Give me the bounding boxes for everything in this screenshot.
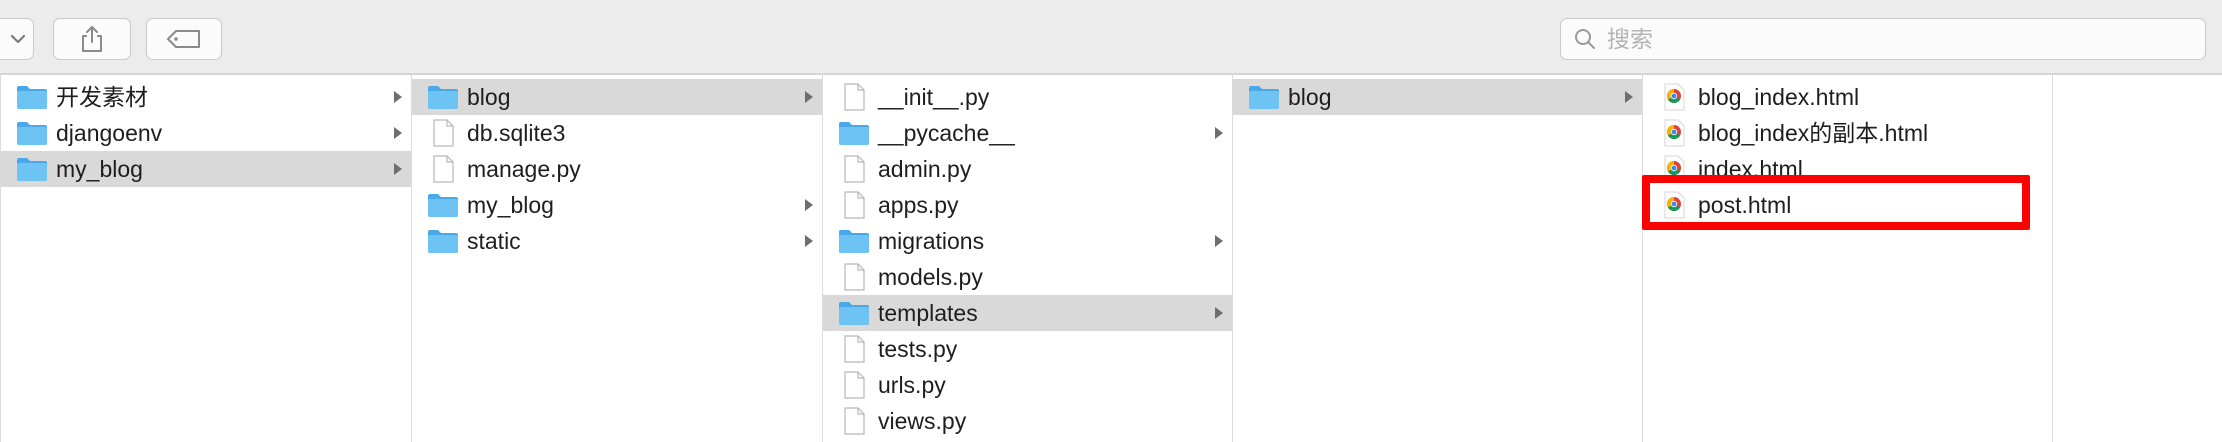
folder-row-migrations[interactable]: migrations [823,223,1232,259]
document-icon [433,155,454,183]
folder-row-templates[interactable]: templates [823,295,1232,331]
item-label: static [467,228,521,254]
folder-row-blog[interactable]: blog [412,79,822,115]
item-label: blog [467,84,511,110]
document-icon [844,155,865,183]
file-row-tests-py[interactable]: tests.py [823,331,1232,367]
folder-icon [428,194,458,217]
item-label: __pycache__ [878,120,1015,146]
disclosure-arrow-icon [1215,307,1223,319]
item-label: apps.py [878,192,959,218]
disclosure-arrow-icon [394,91,402,103]
disclosure-arrow-icon [394,163,402,175]
folder-icon [839,230,869,253]
column-1: 开发素材 djangoenv my_blog [0,75,412,442]
chevron-down-icon [10,34,26,44]
disclosure-arrow-icon [805,199,813,211]
folder-icon [428,86,458,109]
folder-row-item[interactable]: 开发素材 [1,79,411,115]
item-label: admin.py [878,156,972,182]
file-row-manage-py[interactable]: manage.py [412,151,822,187]
finder-toolbar [0,0,2222,75]
file-row-blog-index-html[interactable]: blog_index.html [1643,79,2052,115]
document-icon [844,191,865,219]
column-5: blog_index.html blog_index的副本.html index.h… [1643,75,2053,442]
folder-row-djangoenv[interactable]: djangoenv [1,115,411,151]
column-browser: 开发素材 djangoenv my_blog blog db.sqlite3 manag… [0,75,2222,442]
document-icon [844,407,865,435]
column-2: blog db.sqlite3 manage.py my_blogstatic [412,75,823,442]
document-icon [844,335,865,363]
document-icon [433,119,454,147]
tags-button[interactable] [146,18,222,60]
view-options-button[interactable] [0,18,34,60]
folder-icon [1249,86,1279,109]
file-row-apps-py[interactable]: apps.py [823,187,1232,223]
item-label: blog_index的副本.html [1698,120,1929,146]
folder-row-my-blog[interactable]: my_blog [1,151,411,187]
file-row-init-py[interactable]: __init__.py [823,79,1232,115]
folder-icon [428,230,458,253]
folder-icon [17,122,47,145]
file-row-blog-index-html[interactable]: blog_index的副本.html [1643,115,2052,151]
item-label: templates [878,300,978,326]
column-4: blog [1233,75,1643,442]
column-3: __init__.py __pycache__ admin.py apps.py mig… [823,75,1233,442]
chrome-html-icon [1664,155,1685,183]
file-row-views-py[interactable]: views.py [823,403,1232,439]
folder-row-static[interactable]: static [412,223,822,259]
document-icon [844,83,865,111]
folder-row-pycache[interactable]: __pycache__ [823,115,1232,151]
folder-row-my-blog[interactable]: my_blog [412,187,822,223]
disclosure-arrow-icon [1215,127,1223,139]
item-label: manage.py [467,156,581,182]
file-row-db-sqlite3[interactable]: db.sqlite3 [412,115,822,151]
search-icon [1575,29,1595,49]
document-icon [844,371,865,399]
chrome-html-icon [1664,83,1685,111]
item-label: post.html [1698,192,1792,218]
file-row-models-py[interactable]: models.py [823,259,1232,295]
folder-icon [839,122,869,145]
item-label: urls.py [878,372,946,398]
item-label: my_blog [56,156,143,182]
file-row-urls-py[interactable]: urls.py [823,367,1232,403]
item-label: views.py [878,408,967,434]
item-label: db.sqlite3 [467,120,566,146]
chrome-html-icon [1664,119,1685,147]
tag-icon [167,30,200,48]
disclosure-arrow-icon [394,127,402,139]
column-6 [2053,75,2222,442]
search-input[interactable] [1605,20,2169,58]
share-icon [82,26,102,52]
file-row-admin-py[interactable]: admin.py [823,151,1232,187]
item-label: index.html [1698,156,1803,182]
item-label: __init__.py [878,84,990,110]
folder-icon [17,158,47,181]
folder-icon [839,302,869,325]
disclosure-arrow-icon [805,235,813,247]
file-row-post-html[interactable]: post.html [1643,187,2052,223]
item-label: djangoenv [56,120,163,146]
file-row-index-html[interactable]: index.html [1643,151,2052,187]
document-icon [844,263,865,291]
item-label: models.py [878,264,983,290]
item-label: my_blog [467,192,554,218]
folder-icon [17,86,47,109]
item-label: blog [1288,84,1332,110]
item-label: migrations [878,228,985,254]
chrome-html-icon [1664,191,1685,219]
item-label: blog_index.html [1698,84,1860,110]
share-button[interactable] [53,18,131,60]
disclosure-arrow-icon [805,91,813,103]
item-label: tests.py [878,336,958,362]
disclosure-arrow-icon [1215,235,1223,247]
disclosure-arrow-icon [1625,91,1633,103]
item-label: 开发素材 [56,84,148,110]
search-field[interactable] [1560,18,2206,60]
folder-row-blog[interactable]: blog [1233,79,1642,115]
